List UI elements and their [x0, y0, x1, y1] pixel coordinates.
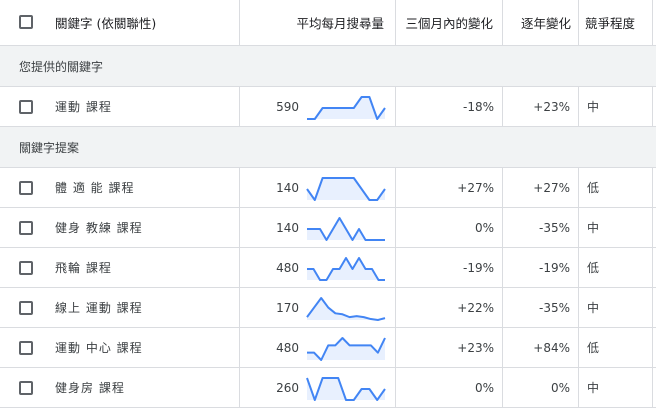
trend-sparkline — [306, 377, 386, 401]
competition-level: 中 — [587, 381, 600, 395]
yoy-change: -35% — [538, 220, 570, 235]
table-header: 關鍵字 (依關聯性) 平均每月搜尋量 三個月內的變化 逐年變化 競爭程度 — [0, 0, 656, 46]
table-row[interactable]: 運動 中心 課程 480 +23% +84% 低 — [0, 328, 656, 368]
three-month-change: +27% — [457, 180, 494, 195]
table-row[interactable]: 健身房 課程 260 0% 0% 中 — [0, 368, 656, 408]
trend-sparkline — [307, 217, 385, 241]
avg-monthly-searches: 480 — [276, 260, 299, 275]
competition-level: 中 — [587, 301, 600, 315]
trend-sparkline — [307, 337, 386, 361]
table-row[interactable]: 飛輪 課程 480 -19% -19% 低 — [0, 248, 656, 288]
three-month-change: 0% — [474, 220, 494, 235]
section-provided-keywords: 您提供的關鍵字 — [0, 46, 656, 87]
table-row[interactable]: 體 適 能 課程 140 +27% +27% 低 — [0, 168, 656, 208]
avg-monthly-searches: 170 — [276, 300, 299, 315]
section-label: 關鍵字提案 — [19, 140, 80, 155]
row-checkbox[interactable] — [19, 261, 33, 275]
row-checkbox[interactable] — [19, 381, 33, 395]
competition-level: 低 — [587, 181, 600, 195]
yoy-change: +23% — [533, 99, 570, 114]
row-checkbox[interactable] — [19, 181, 33, 195]
yoy-change: 0% — [550, 380, 570, 395]
avg-monthly-searches: 590 — [276, 99, 299, 114]
competition-level: 中 — [587, 100, 600, 114]
keyword-text: 飛輪 課程 — [55, 261, 112, 275]
row-checkbox[interactable] — [19, 100, 33, 114]
three-month-change: +22% — [457, 300, 494, 315]
avg-monthly-searches: 140 — [276, 180, 299, 195]
trend-sparkline — [307, 257, 385, 281]
header-keyword[interactable]: 關鍵字 (依關聯性) — [55, 0, 235, 45]
section-keyword-ideas: 關鍵字提案 — [0, 127, 656, 168]
avg-monthly-searches: 480 — [276, 340, 299, 355]
header-competition[interactable]: 競爭程度 — [585, 0, 655, 45]
three-month-change: -18% — [462, 99, 494, 114]
section-label: 您提供的關鍵字 — [19, 59, 104, 74]
keyword-text: 健身 教練 課程 — [55, 221, 143, 235]
trend-sparkline — [306, 297, 386, 321]
header-yoy-change[interactable]: 逐年變化 — [503, 0, 574, 45]
header-avg-monthly-searches[interactable]: 平均每月搜尋量 — [240, 0, 388, 45]
row-checkbox[interactable] — [19, 221, 33, 235]
three-month-change: -19% — [462, 260, 494, 275]
yoy-change: -19% — [538, 260, 570, 275]
keyword-text: 運動 中心 課程 — [55, 341, 143, 355]
yoy-change: -35% — [538, 300, 570, 315]
keyword-table: 關鍵字 (依關聯性) 平均每月搜尋量 三個月內的變化 逐年變化 競爭程度 您提供… — [0, 0, 656, 408]
row-checkbox[interactable] — [19, 341, 33, 355]
table-row[interactable]: 健身 教練 課程 140 0% -35% 中 — [0, 208, 656, 248]
keyword-text: 線上 運動 課程 — [55, 301, 143, 315]
select-all-checkbox[interactable] — [19, 15, 33, 29]
competition-level: 低 — [587, 341, 600, 355]
table-row[interactable]: 線上 運動 課程 170 +22% -35% 中 — [0, 288, 656, 328]
yoy-change: +27% — [533, 180, 570, 195]
avg-monthly-searches: 140 — [276, 220, 299, 235]
trend-sparkline — [306, 177, 386, 201]
row-checkbox[interactable] — [19, 301, 33, 315]
trend-sparkline — [307, 96, 386, 120]
avg-monthly-searches: 260 — [276, 380, 299, 395]
keyword-text: 健身房 課程 — [55, 381, 125, 395]
table-row[interactable]: 運動 課程 590 -18% +23% 中 — [0, 87, 656, 127]
competition-level: 中 — [587, 221, 600, 235]
three-month-change: +23% — [457, 340, 494, 355]
yoy-change: +84% — [533, 340, 570, 355]
keyword-text: 運動 課程 — [55, 100, 112, 114]
header-three-month-change[interactable]: 三個月內的變化 — [396, 0, 498, 45]
competition-level: 低 — [587, 261, 600, 275]
three-month-change: 0% — [474, 380, 494, 395]
keyword-text: 體 適 能 課程 — [55, 181, 135, 195]
